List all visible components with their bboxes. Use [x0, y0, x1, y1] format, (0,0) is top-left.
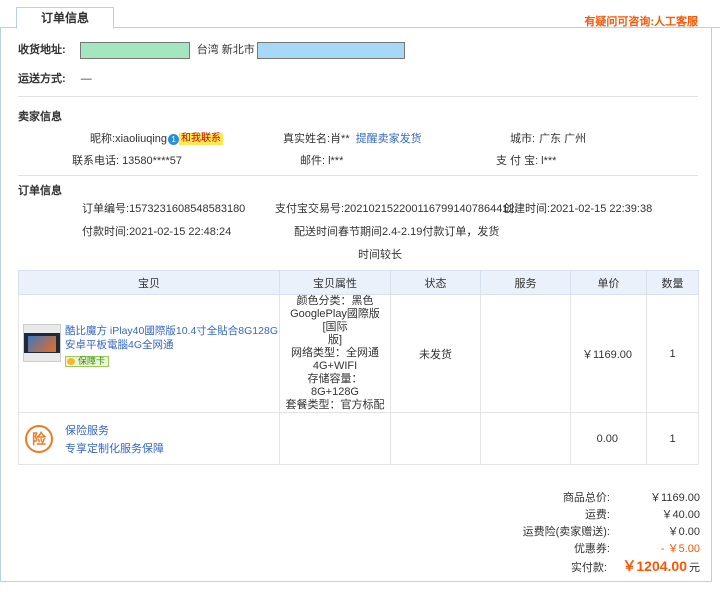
- insurance-price: 0.00: [570, 412, 647, 465]
- summary-coupon: 优惠券: - ￥5.00: [573, 543, 700, 555]
- address-label: 收货地址:: [18, 44, 66, 56]
- insurance-status: [390, 412, 481, 465]
- currency-unit: 元: [689, 562, 700, 574]
- seller-heading: 卖家信息: [18, 111, 62, 123]
- order-items-table: 宝贝 宝贝属性 状态 服务 单价 数量 酷比魔方 iPlay40國際版10.4寸…: [18, 270, 699, 465]
- product-attributes: 颜色分类：黑色 GooglePlay國際版[国际 版] 网络类型：全网通 4G+…: [279, 294, 391, 413]
- seller-realname: 真实姓名:肖** 提醒卖家发货: [283, 133, 422, 145]
- table-row: 酷比魔方 iPlay40國際版10.4寸全貼合8G128G安卓平板電腦4G全网通…: [18, 294, 699, 413]
- order-heading: 订单信息: [18, 185, 62, 197]
- redacted-name: [79, 41, 190, 59]
- table-header-row: 宝贝 宝贝属性 状态 服务 单价 数量: [18, 270, 699, 295]
- order-number: 订单编号:1573231608548583180: [82, 203, 246, 215]
- col-service: 服务: [480, 270, 571, 295]
- col-price: 单价: [570, 270, 647, 295]
- insurance-subtitle-link[interactable]: 专享定制化服务保障: [65, 440, 164, 456]
- insurance-qty: 1: [646, 412, 699, 465]
- tab-order-info[interactable]: 订单信息: [16, 7, 114, 29]
- paid-amount: ￥1204.00: [622, 558, 687, 574]
- col-qty: 数量: [646, 270, 699, 295]
- col-attrs: 宝贝属性: [279, 270, 391, 295]
- chat-icon[interactable]: 1: [168, 133, 180, 145]
- guarantee-badge[interactable]: 保障卡: [65, 356, 110, 367]
- divider: [18, 96, 698, 97]
- tab-bar: 订单信息 有疑问可咨询:人工客服: [0, 0, 720, 29]
- product-service: [480, 294, 571, 413]
- summary-goods-total: 商品总价: ￥1169.00: [562, 492, 700, 504]
- insurance-title-link[interactable]: 保险服务: [65, 422, 109, 438]
- delivery-note-cont: 时间较长: [358, 249, 402, 261]
- seller-nickname-value: xiaoliuqing: [115, 133, 168, 145]
- delivery-note: 配送时间春节期间2.4-2.19付款订单，发货: [294, 226, 500, 238]
- address-region: 台湾 新北市: [196, 44, 255, 56]
- seller-alipay: 支 付 宝: l***: [496, 155, 557, 167]
- paid-time: 付款时间:2021-02-15 22:48:24: [82, 226, 232, 238]
- summary-paid: 实付款: ￥1204.00 元: [570, 558, 700, 574]
- redacted-address: [256, 41, 405, 59]
- shipping-method-label: 运送方式:: [18, 73, 66, 85]
- shipping-method-value: —: [80, 73, 92, 85]
- insurance-attrs: [279, 412, 391, 465]
- product-price: ￥1169.00: [570, 294, 647, 413]
- contact-me-button[interactable]: 和我联系: [179, 133, 224, 146]
- summary-shipping: 运费: ￥40.00: [584, 509, 700, 521]
- alipay-trade-number: 支付宝交易号:2021021522001167991407864412: [275, 203, 515, 215]
- insurance-cell: 险 保险服务 专享定制化服务保障: [18, 412, 280, 465]
- product-qty: 1: [646, 294, 699, 413]
- address-row: 收货地址: 台湾 新北市: [18, 41, 405, 59]
- created-time: 创建时间:2021-02-15 22:39:38: [503, 203, 653, 215]
- summary-shipping-insurance: 运费险(卖家赠送): ￥0.00: [522, 526, 700, 538]
- shipping-method-row: 运送方式: —: [18, 70, 92, 86]
- table-row: 险 保险服务 专享定制化服务保障 0.00 1: [18, 412, 699, 465]
- insurance-service: [480, 412, 571, 465]
- col-status: 状态: [390, 270, 481, 295]
- seller-city: 城市: 广东 广州: [510, 133, 587, 145]
- seller-nickname: 昵称:xiaoliuqing 1 和我联系: [90, 133, 224, 146]
- col-item: 宝贝: [18, 270, 280, 295]
- divider: [18, 175, 698, 176]
- seller-email: 邮件: l***: [300, 155, 344, 167]
- remind-seller-link[interactable]: 提醒卖家发货: [356, 133, 422, 145]
- product-cell: 酷比魔方 iPlay40國際版10.4寸全貼合8G128G安卓平板電腦4G全网通…: [18, 294, 280, 413]
- insurance-icon: 险: [25, 425, 53, 453]
- product-status: 未发货: [390, 294, 481, 413]
- customer-service-link[interactable]: 有疑问可咨询:人工客服: [584, 13, 698, 29]
- seller-phone: 联系电话: 13580****57: [72, 155, 183, 167]
- product-title-link[interactable]: 酷比魔方 iPlay40國際版10.4寸全貼合8G128G安卓平板電腦4G全网通: [65, 324, 285, 352]
- product-thumbnail[interactable]: [23, 324, 61, 362]
